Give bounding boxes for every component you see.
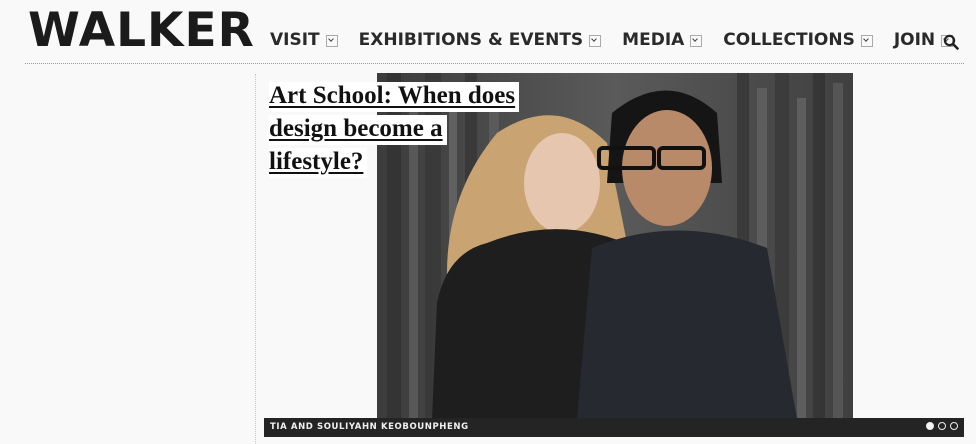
chevron-down-icon[interactable]: [860, 35, 873, 47]
photo-caption: TIA AND SOULIYAHN KEOBOUNPHENG: [270, 422, 469, 432]
search-icon[interactable]: [943, 34, 959, 50]
nav-label: VISIT: [270, 30, 320, 50]
nav-media[interactable]: MEDIA: [622, 30, 703, 50]
nav-label: JOIN: [893, 30, 936, 50]
feature-title-line[interactable]: lifestyle?: [269, 148, 368, 178]
chevron-down-icon[interactable]: [690, 35, 703, 47]
slide-dot-1[interactable]: [926, 422, 934, 430]
slide-dot-2[interactable]: [938, 422, 946, 430]
site-header: WALKER VISIT EXHIBITIONS & EVENTS MEDIA …: [0, 0, 976, 64]
feature-title[interactable]: Art School: When does design become a li…: [269, 82, 579, 181]
header-divider: [25, 63, 964, 64]
slide-pager: [922, 422, 958, 430]
nav-collections[interactable]: COLLECTIONS: [723, 30, 873, 50]
nav-label: EXHIBITIONS & EVENTS: [358, 30, 584, 50]
feature-title-line[interactable]: design become a: [269, 115, 447, 145]
feature-title-line[interactable]: Art School: When does: [269, 82, 520, 112]
chevron-down-icon[interactable]: [325, 35, 338, 47]
nav-exhibitions-events[interactable]: EXHIBITIONS & EVENTS: [359, 30, 602, 50]
nav-visit[interactable]: VISIT: [270, 30, 338, 50]
nav-label: MEDIA: [622, 30, 685, 50]
chevron-down-icon[interactable]: [589, 35, 602, 47]
walker-logo[interactable]: WALKER: [28, 4, 255, 58]
slide-dot-3[interactable]: [950, 422, 958, 430]
column-divider: [255, 74, 256, 444]
nav-label: COLLECTIONS: [723, 30, 855, 50]
caption-bar: TIA AND SOULIYAHN KEOBOUNPHENG: [264, 418, 964, 437]
main-nav: VISIT EXHIBITIONS & EVENTS MEDIA COLLECT…: [270, 30, 974, 50]
